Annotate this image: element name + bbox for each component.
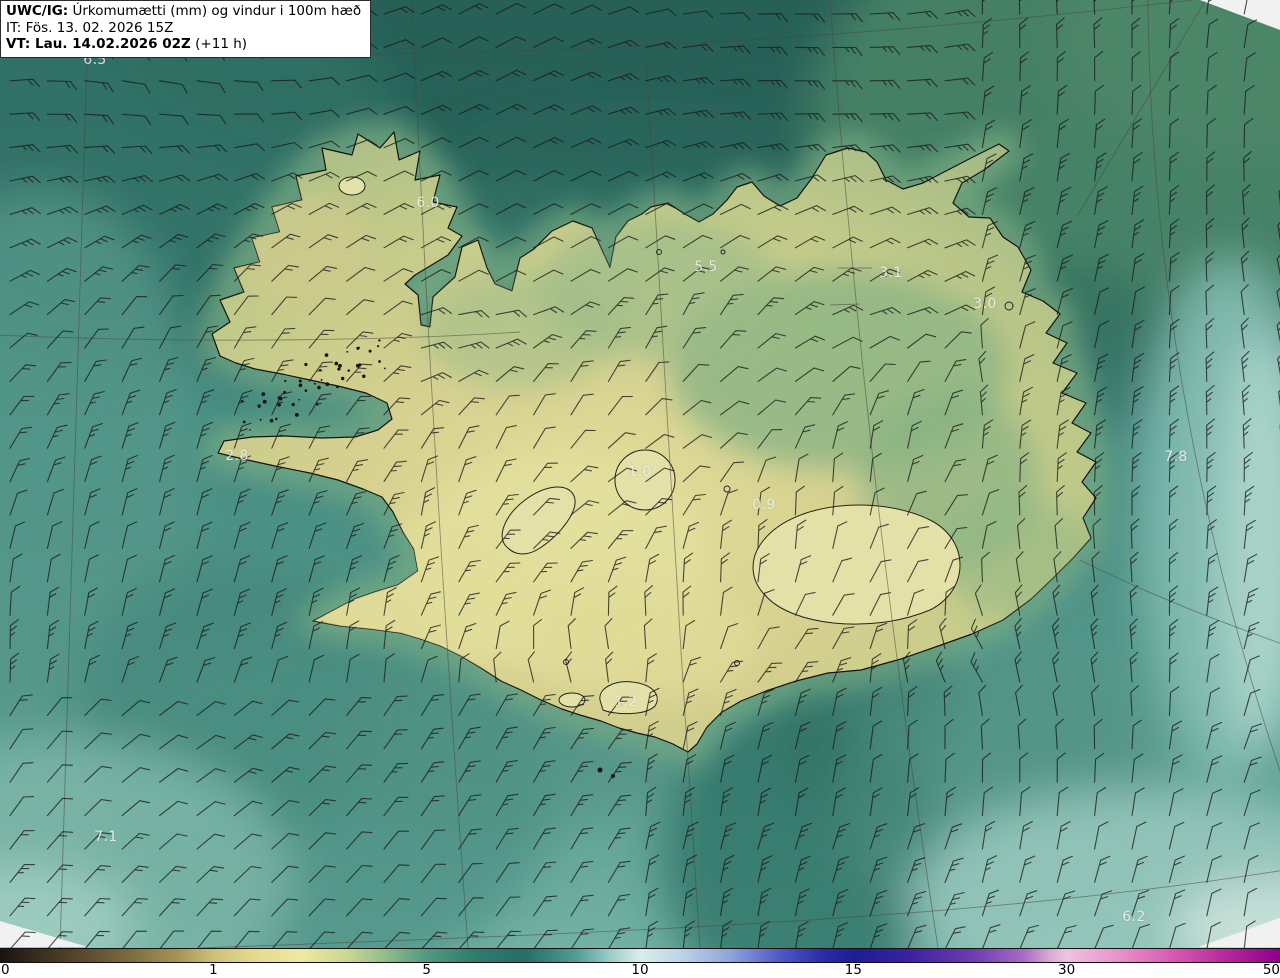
valid-time-line: VT: Lau. 14.02.2026 02Z (+11 h): [6, 36, 361, 53]
title-line: UWC/IG: Úrkomumætti (mm) og vindur i 100…: [6, 3, 361, 20]
colorbar-gradient: [0, 948, 1280, 963]
colorbar-tick: 50: [1262, 962, 1280, 978]
weather-map-app: 6.5 6.0 5.5 3.1 3.0 2.8 1.0 0.9 7.8 1.2 7.1 6.2 UWC…: [0, 0, 1280, 978]
map-canvas: 6.5 6.0 5.5 3.1 3.0 2.8 1.0 0.9 7.8 1.2 7.1 6.2: [0, 0, 1280, 948]
colorbar-tick: 30: [1058, 962, 1076, 978]
colorbar-tick: 10: [631, 962, 649, 978]
grain-texture: [0, 0, 1280, 948]
init-time-line: IT: Fös. 13. 02. 2026 15Z: [6, 19, 174, 36]
colorbar-tick: 15: [844, 962, 862, 978]
colorbar-tick: 1: [209, 962, 218, 978]
colorbar: 0 1 5 10 15 30 50: [0, 948, 1280, 978]
valid-offset: (+11 h): [190, 36, 248, 53]
colorbar-ticks: 0 1 5 10 15 30 50: [0, 963, 1280, 978]
colorbar-tick: 0: [1, 962, 10, 978]
map-title: Úrkomumætti (mm) og vindur i 100m hæð: [68, 3, 362, 19]
map-graphic: [0, 0, 1280, 948]
valid-time: VT: Lau. 14.02.2026 02Z: [6, 36, 191, 53]
title-box: UWC/IG: Úrkomumætti (mm) og vindur i 100…: [0, 0, 372, 59]
model-label: UWC/IG:: [6, 3, 69, 19]
colorbar-tick: 5: [422, 962, 431, 978]
